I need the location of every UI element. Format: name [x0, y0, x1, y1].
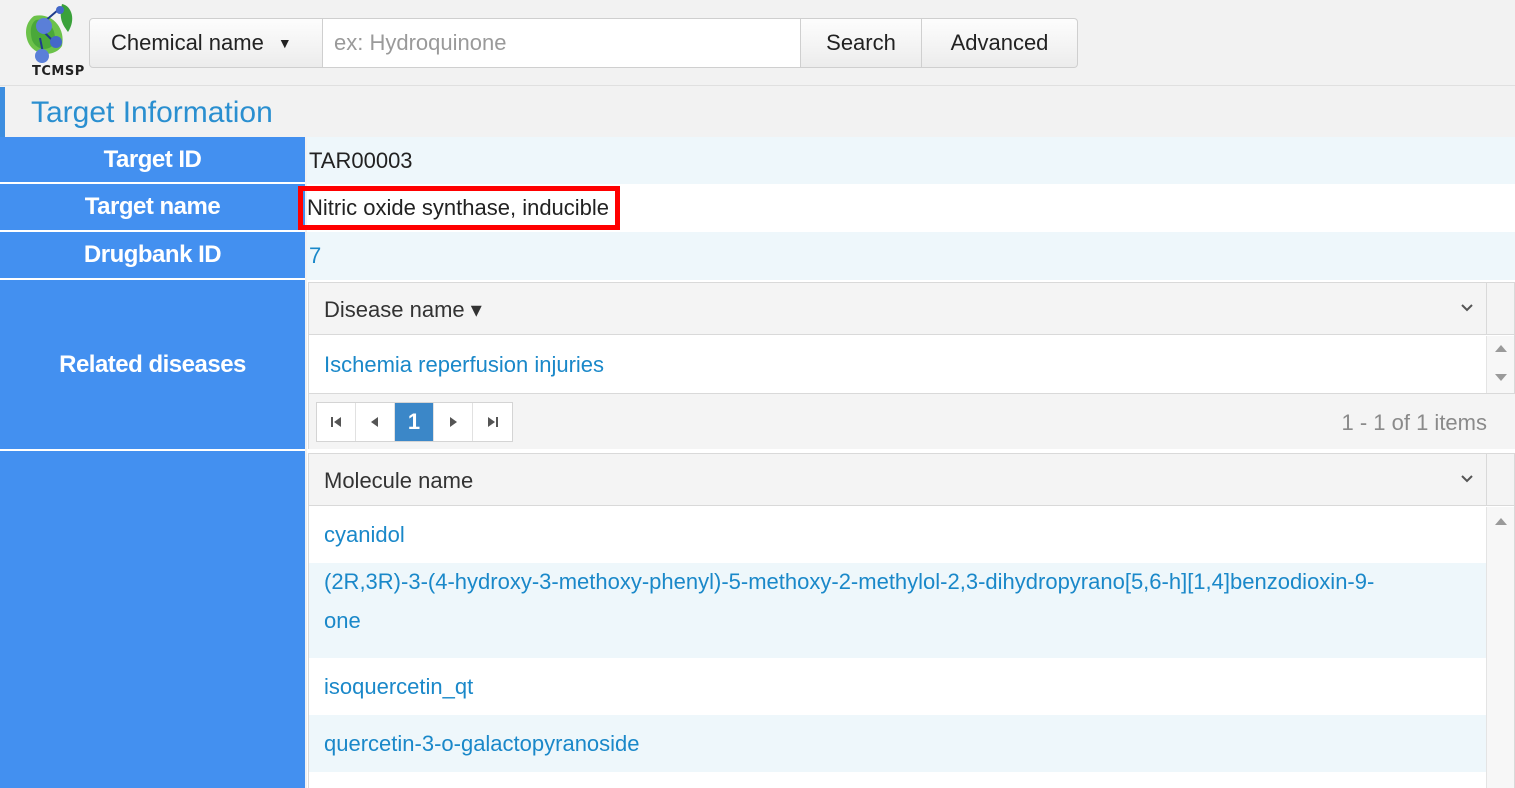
molecule-name-column-header[interactable]: Molecule name	[324, 468, 473, 494]
related-diseases-label: Related diseases	[0, 280, 305, 451]
target-id-text: TAR00003	[309, 147, 413, 173]
table-row: (2R,3R)-3-(4-hydroxy-3-methoxy-phenyl)-5…	[309, 563, 1487, 601]
search-bar: Chemical name ▼ Search Advanced	[89, 18, 1078, 68]
chevron-down-icon[interactable]	[1457, 468, 1477, 488]
chevron-down-icon[interactable]	[1457, 297, 1477, 317]
search-button[interactable]: Search	[801, 18, 922, 68]
advanced-button[interactable]: Advanced	[922, 18, 1078, 68]
search-input[interactable]	[323, 18, 801, 68]
target-name-label-text: Target name	[84, 193, 221, 220]
target-name-label: Target name	[0, 184, 305, 232]
table-row: Ischemia reperfusion injuries	[309, 336, 1487, 393]
drugbank-id-label-text: Drugbank ID	[83, 241, 222, 268]
target-id-label-text: Target ID	[103, 145, 202, 173]
table-row: quercetin-3-o-galactopyranoside	[309, 715, 1487, 772]
tcmsp-page: TCMSP Chemical name ▼ Search Advanced Ta…	[0, 0, 1515, 788]
diseases-grid: Disease name ▾ Ischemia reperfusion inju…	[308, 282, 1515, 449]
last-page-icon	[487, 417, 498, 427]
pager-info: 1 - 1 of 1 items	[1341, 410, 1487, 435]
search-type-label: Chemical name	[111, 30, 264, 55]
disease-name-column-header[interactable]: Disease name ▾	[324, 297, 482, 323]
first-page-button[interactable]	[317, 403, 356, 441]
diseases-pager: 1 1 - 1 of 1 items	[309, 393, 1515, 449]
target-id-label: Target ID	[0, 137, 305, 184]
next-page-icon	[450, 417, 457, 427]
grid-header-scroll-spacer	[1486, 283, 1514, 335]
molecules-grid: Molecule name cyanidol (2R,3R)-3-(4-hydr…	[308, 453, 1515, 788]
previous-page-icon	[371, 417, 378, 427]
table-row-continuation: one	[309, 601, 1487, 658]
target-name-text: Nitric oxide synthase, inducible	[307, 195, 610, 220]
tcmsp-logo[interactable]: TCMSP	[14, 2, 84, 80]
current-page-button[interactable]: 1	[395, 403, 434, 441]
next-page-button[interactable]	[434, 403, 473, 441]
scroll-up-icon[interactable]	[1495, 345, 1507, 352]
previous-page-button[interactable]	[356, 403, 395, 441]
section-title: Target Information	[31, 96, 273, 129]
section-header: Target Information	[0, 87, 1515, 137]
caret-down-icon: ▼	[277, 35, 292, 51]
table-row: isoquercetin_qt	[309, 658, 1487, 715]
diseases-grid-header[interactable]: Disease name ▾	[309, 283, 1487, 335]
molecule-link[interactable]: (2R,3R)-3-(4-hydroxy-3-methoxy-phenyl)-5…	[324, 569, 1374, 595]
related-molecules-label	[0, 451, 305, 788]
scroll-down-icon[interactable]	[1495, 374, 1507, 381]
scroll-up-icon[interactable]	[1495, 518, 1507, 525]
molecule-link[interactable]: quercetin-3-o-galactopyranoside	[324, 731, 640, 757]
search-type-dropdown[interactable]: Chemical name ▼	[89, 18, 323, 68]
diseases-scrollbar[interactable]	[1486, 336, 1514, 393]
target-id-value: TAR00003	[307, 137, 1515, 184]
related-diseases-label-text: Related diseases	[59, 350, 246, 378]
disease-link[interactable]: Ischemia reperfusion injuries	[324, 352, 604, 378]
target-name-value: Nitric oxide synthase, inducible	[298, 184, 1515, 232]
logo-text: TCMSP	[32, 64, 85, 79]
first-page-icon	[331, 417, 341, 427]
molecule-link[interactable]: cyanidol	[324, 522, 405, 548]
target-name-highlight: Nitric oxide synthase, inducible	[298, 186, 621, 230]
molecules-scrollbar[interactable]	[1486, 507, 1514, 788]
pager-buttons: 1	[316, 402, 513, 442]
top-header: TCMSP Chemical name ▼ Search Advanced	[0, 0, 1515, 86]
table-row: cyanidol	[309, 507, 1487, 563]
drugbank-id-label: Drugbank ID	[0, 232, 305, 280]
grid-header-scroll-spacer	[1486, 454, 1514, 506]
drugbank-id-value: 7	[307, 232, 1515, 280]
drugbank-id-link[interactable]: 7	[309, 243, 321, 269]
table-row	[309, 772, 1487, 788]
molecule-link[interactable]: isoquercetin_qt	[324, 674, 473, 700]
last-page-button[interactable]	[473, 403, 512, 441]
molecules-grid-header[interactable]: Molecule name	[309, 454, 1487, 506]
molecule-link-continuation[interactable]: one	[324, 608, 361, 634]
